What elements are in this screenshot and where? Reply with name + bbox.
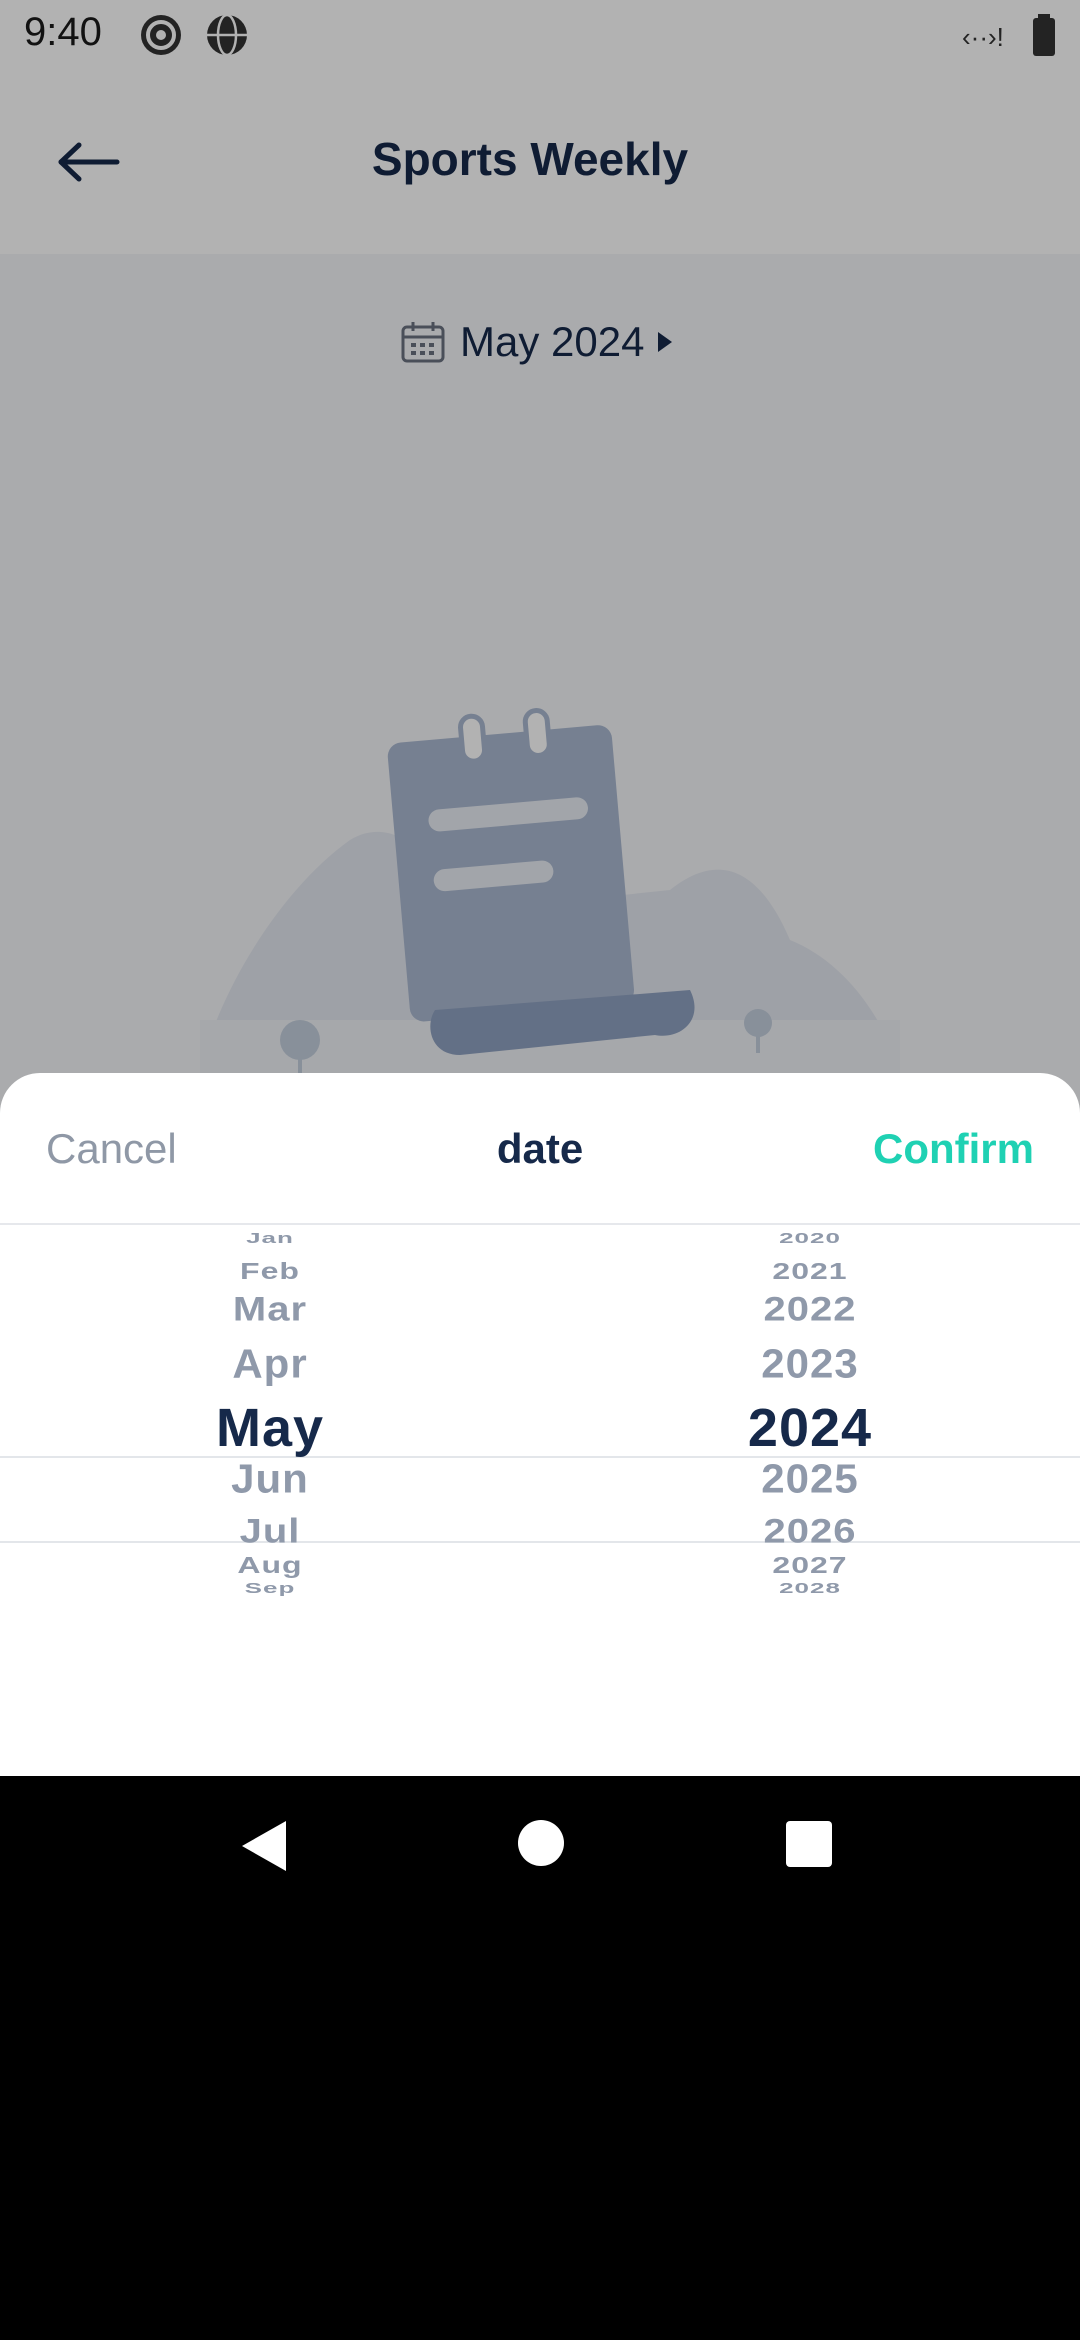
month-wheel-item[interactable]: Feb (0, 1258, 540, 1285)
date-wheel-picker[interactable]: Jan Feb Mar Apr May Jun Jul Aug Sep 2020… (0, 1227, 1080, 1776)
year-wheel-item[interactable]: 2023 (540, 1341, 1080, 1387)
date-picker-header: Cancel date Confirm (0, 1073, 1080, 1225)
year-wheel-item[interactable]: 2026 (540, 1512, 1080, 1551)
year-wheel-item[interactable]: 2021 (540, 1258, 1080, 1285)
main-screen: 9:40 ‹··›! Sports Weekly May 2024 Cancel… (0, 0, 1080, 1776)
nav-home-icon[interactable] (518, 1820, 564, 1866)
month-wheel-item[interactable]: Mar (0, 1290, 540, 1329)
year-wheel[interactable]: 2020 2021 2022 2023 2024 2025 2026 2027 … (540, 1227, 1080, 1776)
year-wheel-item[interactable]: 2027 (540, 1552, 1080, 1579)
confirm-button[interactable]: Confirm (873, 1125, 1034, 1173)
month-wheel-item[interactable]: Jun (0, 1456, 540, 1502)
year-wheel-item-selected[interactable]: 2024 (540, 1397, 1080, 1459)
year-wheel-item[interactable]: 2022 (540, 1290, 1080, 1329)
month-wheel-item[interactable]: Sep (0, 1580, 540, 1597)
month-wheel-item[interactable]: Jan (0, 1230, 540, 1247)
month-wheel[interactable]: Jan Feb Mar Apr May Jun Jul Aug Sep (0, 1227, 540, 1776)
month-wheel-item-selected[interactable]: May (0, 1397, 540, 1459)
nav-recents-icon[interactable] (786, 1821, 832, 1867)
year-wheel-item[interactable]: 2028 (540, 1580, 1080, 1597)
system-navigation-bar (0, 1776, 1080, 1916)
month-wheel-item[interactable]: Apr (0, 1341, 540, 1387)
month-wheel-item[interactable]: Aug (0, 1552, 540, 1579)
nav-back-icon[interactable] (242, 1821, 286, 1871)
month-wheel-item[interactable]: Jul (0, 1512, 540, 1551)
year-wheel-item[interactable]: 2025 (540, 1456, 1080, 1502)
year-wheel-item[interactable]: 2020 (540, 1230, 1080, 1247)
date-picker-sheet: Cancel date Confirm Jan Feb Mar Apr May … (0, 1073, 1080, 1776)
